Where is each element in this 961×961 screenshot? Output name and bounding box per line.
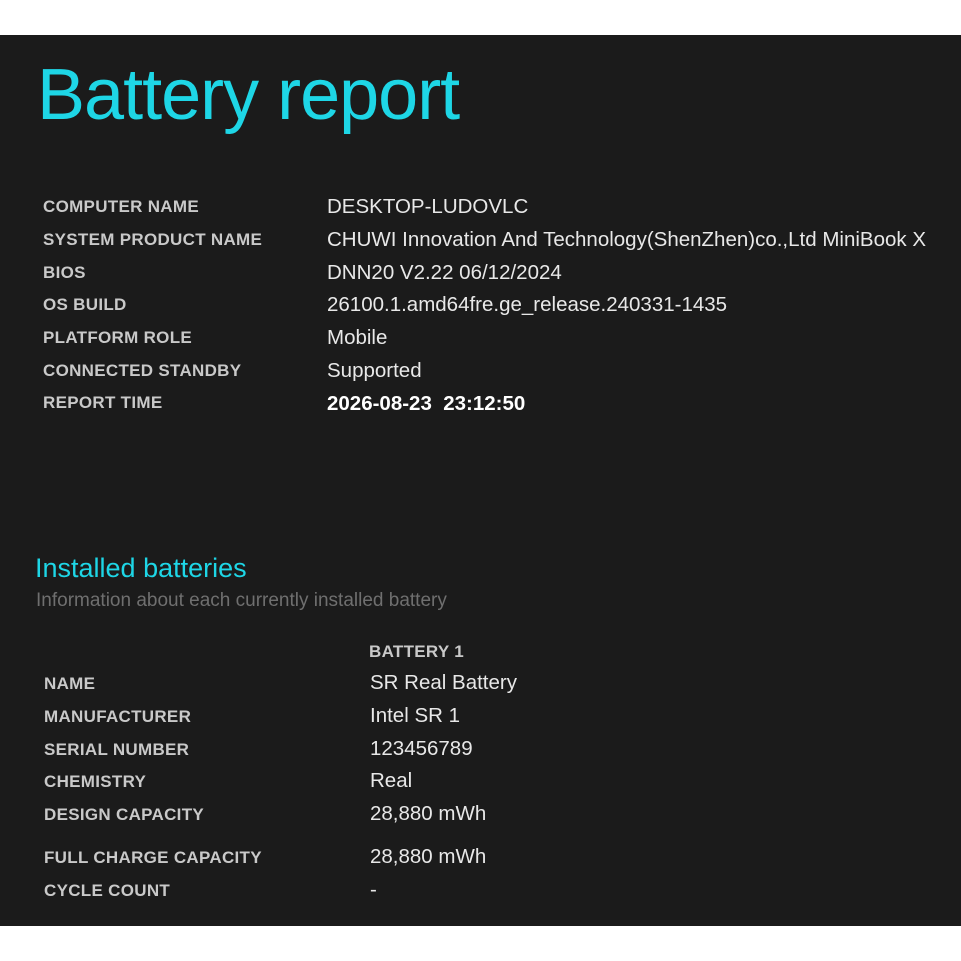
battery-name-value: SR Real Battery <box>370 671 517 694</box>
platform-role-label: PLATFORM ROLE <box>43 328 193 347</box>
os-build-label: OS BUILD <box>43 295 127 314</box>
report-time-value: 2026-08-23 23:12:50 <box>327 392 526 415</box>
design-capacity-value: 28,880 mWh <box>370 802 487 825</box>
battery-name-label: NAME <box>44 674 96 693</box>
connected-standby-value: Supported <box>327 359 422 382</box>
chemistry-label: CHEMISTRY <box>44 772 147 791</box>
report-time-label: REPORT TIME <box>43 393 163 412</box>
bios-value: DNN20 V2.22 06/12/2024 <box>327 261 562 284</box>
battery-report-page: Battery report COMPUTER NAME DESKTOP-LUD… <box>0 35 961 926</box>
computer-name-label: COMPUTER NAME <box>43 197 199 216</box>
cycle-count-label: CYCLE COUNT <box>44 881 171 900</box>
system-product-name-label: SYSTEM PRODUCT NAME <box>43 230 263 249</box>
battery-1-column-header: BATTERY 1 <box>369 642 464 661</box>
design-capacity-label: DESIGN CAPACITY <box>44 805 205 824</box>
serial-number-value: 123456789 <box>370 737 473 760</box>
chemistry-value: Real <box>370 769 413 792</box>
report-title: Battery report <box>37 55 460 135</box>
serial-number-label: SERIAL NUMBER <box>44 740 190 759</box>
cycle-count-value: - <box>370 878 377 901</box>
bios-label: BIOS <box>43 263 86 282</box>
os-build-value: 26100.1.amd64fre.ge_release.240331-1435 <box>327 293 728 316</box>
manufacturer-value: Intel SR 1 <box>370 704 461 727</box>
full-charge-capacity-value: 28,880 mWh <box>370 845 487 868</box>
full-charge-capacity-label: FULL CHARGE CAPACITY <box>44 848 262 867</box>
system-product-name-value: CHUWI Innovation And Technology(ShenZhen… <box>327 228 927 251</box>
manufacturer-label: MANUFACTURER <box>44 707 192 726</box>
connected-standby-label: CONNECTED STANDBY <box>43 361 242 380</box>
computer-name-value: DESKTOP-LUDOVLC <box>327 195 529 218</box>
platform-role-value: Mobile <box>327 326 388 349</box>
installed-batteries-heading: Installed batteries <box>35 553 247 583</box>
installed-batteries-subtitle: Information about each currently install… <box>36 590 447 611</box>
